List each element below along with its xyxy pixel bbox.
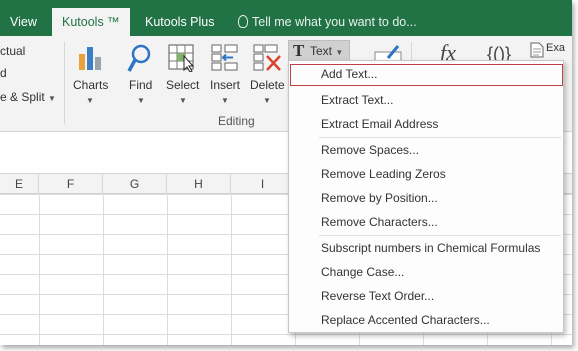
document-icon (530, 42, 544, 58)
menu-item-add-text[interactable]: Add Text... (290, 64, 563, 86)
text-format-icon: T (293, 41, 305, 60)
column-header[interactable]: H (167, 174, 231, 194)
menu-item-extract-email[interactable]: Extract Email Address (289, 113, 563, 135)
tell-me-text: Tell me what you want to do... (252, 15, 417, 29)
menu-item-subscript-numbers[interactable]: Subscript numbers in Chemical Formulas (289, 237, 563, 259)
chevron-down-icon: ▼ (179, 96, 187, 105)
menu-item-change-case[interactable]: Change Case... (289, 261, 563, 283)
ribbon-tab-bar: View Kutools ™ Kutools Plus Tell me what… (0, 0, 572, 36)
insert-label: Insert (210, 78, 241, 92)
group-divider (64, 42, 65, 124)
select-label: Select (166, 78, 200, 92)
column-header[interactable]: F (39, 174, 103, 194)
menu-item-remove-by-position[interactable]: Remove by Position... (289, 187, 563, 209)
tab-kutools[interactable]: Kutools ™ (52, 8, 130, 36)
delete-label: Delete (250, 78, 285, 92)
text-dropdown-button[interactable]: T Text ▼ (288, 40, 350, 62)
bar-chart-icon (79, 47, 101, 70)
ribbon-left-item-2[interactable]: d (0, 66, 7, 80)
chevron-down-icon: ▼ (137, 96, 145, 105)
exact-copy-button[interactable]: Exa (546, 42, 565, 54)
charts-label: Charts (73, 78, 109, 92)
text-dropdown-menu: Add Text... Extract Text... Extract Emai… (288, 60, 564, 333)
lightbulb-icon (238, 15, 248, 28)
column-header[interactable]: G (103, 174, 167, 194)
chevron-down-icon: ▼ (86, 96, 94, 105)
menu-item-replace-accented[interactable]: Replace Accented Characters... (289, 309, 563, 331)
chevron-down-icon: ▼ (48, 94, 56, 103)
delete-cells-icon (253, 44, 281, 71)
menu-item-reverse-text-order[interactable]: Reverse Text Order... (289, 285, 563, 307)
find-label: Find (129, 78, 153, 92)
tab-kutools-plus[interactable]: Kutools Plus (145, 0, 214, 36)
menu-item-remove-spaces[interactable]: Remove Spaces... (289, 139, 563, 161)
menu-separator (319, 137, 561, 138)
column-header[interactable]: E (0, 174, 39, 194)
excel-window: View Kutools ™ Kutools Plus Tell me what… (0, 0, 572, 345)
tab-view[interactable]: View (10, 0, 37, 36)
editing-group-label: Editing (218, 114, 255, 128)
menu-item-extract-text[interactable]: Extract Text... (289, 89, 563, 111)
split-label: e & Split (0, 90, 45, 104)
ribbon-left-item-1[interactable]: ctual (0, 44, 25, 58)
menu-separator (319, 235, 561, 236)
chevron-down-icon: ▼ (263, 96, 271, 105)
tell-me-search[interactable]: Tell me what you want to do... (238, 0, 417, 36)
menu-item-remove-leading-zeros[interactable]: Remove Leading Zeros (289, 163, 563, 185)
chevron-down-icon: ▼ (221, 96, 229, 105)
column-header[interactable]: I (231, 174, 295, 194)
menu-item-remove-characters[interactable]: Remove Characters... (289, 211, 563, 233)
insert-cells-icon (211, 44, 238, 71)
select-cells-icon (168, 44, 195, 72)
split-button[interactable]: e & Split ▼ (0, 90, 56, 104)
magnifier-icon (127, 44, 151, 72)
